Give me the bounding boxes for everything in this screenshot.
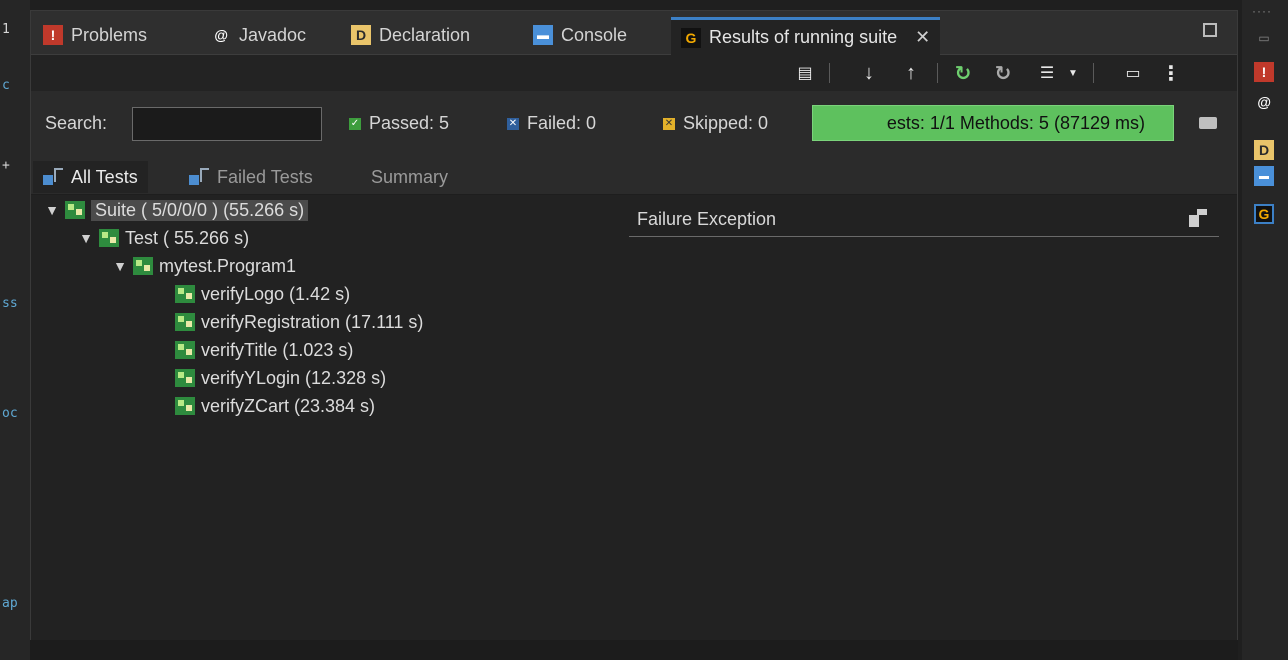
restore-icon[interactable]	[1203, 23, 1217, 37]
tree-node-method[interactable]: verifyYLogin (12.328 s)	[175, 365, 386, 391]
suite-icon	[65, 201, 85, 219]
method-pass-icon	[175, 397, 195, 415]
passed-icon: ✓	[349, 117, 361, 130]
results-content: ▼ Suite ( 5/0/0/0 ) (55.266 s) ▼ Test ( …	[31, 195, 1237, 641]
drag-handle-icon[interactable]: ····	[1252, 4, 1272, 18]
results-subtabs: All Tests Failed Tests Summary	[31, 153, 1237, 195]
failed-count: ✕ Failed: 0	[507, 113, 597, 133]
search-input[interactable]	[132, 107, 322, 141]
gutter-line-number: 1	[2, 22, 10, 37]
class-icon	[133, 257, 153, 275]
javadoc-icon[interactable]: @	[1254, 92, 1274, 112]
method-pass-icon	[175, 313, 195, 331]
editor-gutter: 1 c + ss oc ap	[0, 0, 30, 660]
declaration-icon[interactable]: D	[1254, 140, 1274, 160]
tab-summary[interactable]: Summary	[371, 161, 448, 193]
tab-label: Problems	[71, 24, 148, 45]
tree-node-method[interactable]: verifyRegistration (17.111 s)	[175, 309, 423, 335]
layout-icon[interactable]: ▭	[1121, 61, 1145, 85]
passed-count: ✓ Passed: 5	[349, 113, 450, 133]
tree-node-method[interactable]: verifyLogo (1.42 s)	[175, 281, 350, 307]
gutter-text: ap	[2, 596, 18, 611]
method-pass-icon	[175, 341, 195, 359]
progress-text: ests: 1/1 Methods: 5 (87129 ms)	[886, 113, 1145, 133]
copy-trace-icon[interactable]	[1189, 209, 1207, 227]
toggle-layout-icon[interactable]	[1199, 117, 1217, 129]
tree-node-method[interactable]: verifyTitle (1.023 s)	[175, 337, 353, 363]
history-dropdown-icon[interactable]: ▼	[1061, 61, 1085, 85]
toolbar-separator	[1093, 63, 1094, 83]
failed-tests-icon	[189, 167, 211, 187]
close-icon[interactable]: ✕	[915, 27, 930, 48]
toolbar-separator	[829, 63, 830, 83]
chevron-down-icon[interactable]: ▼	[45, 202, 59, 218]
console-icon[interactable]: ▬	[1254, 166, 1274, 186]
view-tab-bar: ! Problems @ Javadoc D Declaration ▬ Con…	[31, 11, 1237, 55]
skipped-count: ✕ Skipped: 0	[663, 113, 769, 133]
toolbar-separator	[937, 63, 938, 83]
declaration-icon: D	[351, 25, 371, 45]
search-label: Search:	[45, 113, 108, 133]
trim-stack: ···· ▭ ! @ D ▬ G	[1242, 0, 1288, 660]
gutter-text: +	[2, 158, 10, 173]
javadoc-icon: @	[214, 27, 228, 43]
testng-icon[interactable]: G	[1254, 204, 1274, 224]
history-icon[interactable]: ☰	[1035, 61, 1059, 85]
testng-view: ! Problems @ Javadoc D Declaration ▬ Con…	[30, 10, 1238, 641]
gutter-text: c	[2, 78, 10, 93]
method-pass-icon	[175, 369, 195, 387]
tab-label: Javadoc	[239, 24, 307, 45]
tree-node-suite[interactable]: ▼ Suite ( 5/0/0/0 ) (55.266 s)	[45, 197, 309, 223]
toolbar: ▤ ↓ ↑ ↻ ↻ ☰ ▼ ▭ ⋮	[31, 55, 1237, 91]
failure-exception-panel: Failure Exception	[629, 201, 1219, 237]
tree-node-class[interactable]: ▼ mytest.Program1	[113, 253, 296, 279]
bottom-strip	[30, 640, 1238, 660]
console-icon: ▬	[533, 25, 553, 45]
tab-console[interactable]: ▬ Console	[533, 19, 627, 51]
failure-exception-title: Failure Exception	[637, 209, 777, 229]
all-tests-icon	[43, 167, 65, 187]
rerun-failed-icon[interactable]: ↻	[991, 61, 1015, 85]
rerun-icon[interactable]: ↻	[951, 61, 975, 85]
status-row: Search: ✓ Passed: 5 ✕ Failed: 0 ✕ Skippe…	[31, 91, 1237, 153]
gutter-text: ss	[2, 296, 18, 311]
tab-label: Console	[561, 24, 628, 45]
testng-icon: G	[681, 27, 701, 48]
previous-failure-icon[interactable]: ↑	[899, 61, 923, 85]
tree-node-method[interactable]: verifyZCart (23.384 s)	[175, 393, 375, 419]
view-menu-icon[interactable]: ⋮	[1159, 61, 1183, 85]
method-pass-icon	[175, 285, 195, 303]
tab-declaration[interactable]: D Declaration	[351, 19, 470, 51]
tab-problems[interactable]: ! Problems	[43, 19, 147, 51]
restore-icon[interactable]: ▭	[1254, 28, 1274, 48]
test-icon	[99, 229, 119, 247]
tab-javadoc[interactable]: @ Javadoc	[211, 19, 306, 51]
failed-icon: ✕	[507, 117, 519, 130]
copy-details-icon[interactable]: ▤	[793, 61, 817, 85]
tab-results[interactable]: G Results of running suite ✕	[671, 17, 941, 55]
chevron-down-icon[interactable]: ▼	[113, 258, 127, 274]
problems-icon: !	[43, 25, 63, 45]
chevron-down-icon[interactable]: ▼	[79, 230, 93, 246]
tab-label: Declaration	[379, 24, 471, 45]
tab-all-tests[interactable]: All Tests	[33, 161, 148, 193]
tab-label: Results of running suite	[709, 27, 898, 47]
gutter-text: oc	[2, 406, 18, 421]
tab-failed-tests[interactable]: Failed Tests	[189, 161, 313, 193]
progress-bar: ests: 1/1 Methods: 5 (87129 ms)	[812, 105, 1174, 141]
skipped-icon: ✕	[663, 117, 675, 130]
problems-icon[interactable]: !	[1254, 62, 1274, 82]
tree-node-test[interactable]: ▼ Test ( 55.266 s)	[79, 225, 249, 251]
next-failure-icon[interactable]: ↓	[857, 61, 881, 85]
